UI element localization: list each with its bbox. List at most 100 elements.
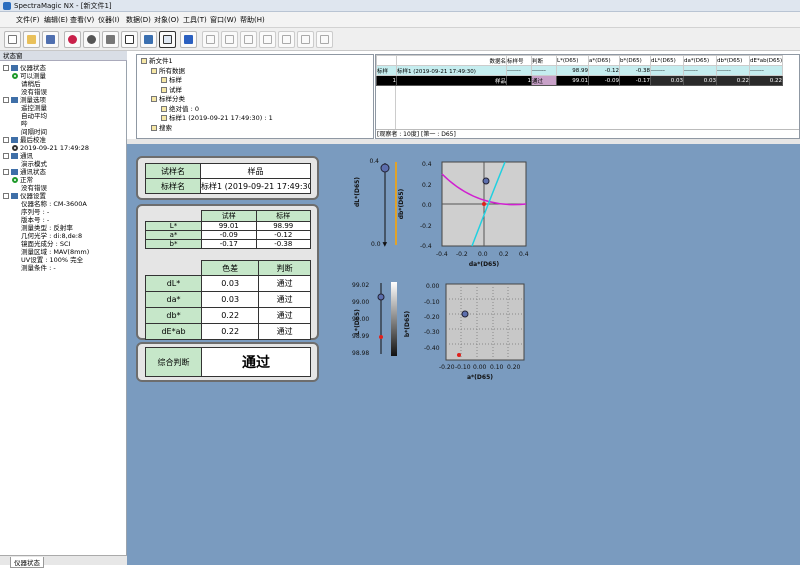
status-tree-item[interactable]: 遥控测量: [21, 104, 47, 112]
cell: -------: [716, 65, 750, 76]
col-header[interactable]: db*(D65): [716, 55, 750, 66]
col-header[interactable]: L*(D65): [556, 55, 589, 66]
da-value: 0.03: [200, 291, 260, 308]
status-tree-item[interactable]: UV设置 : 100% 完全: [21, 256, 83, 264]
data-tree-label: 所有数据: [159, 66, 185, 75]
measure-button[interactable]: [64, 31, 81, 48]
status-tree-label: 可以测量: [20, 72, 46, 80]
layout-button-5[interactable]: [278, 31, 295, 48]
tree-expander-icon[interactable]: [3, 137, 9, 143]
status-tree-item[interactable]: 仪器名称 : CM-3600A: [21, 200, 87, 208]
col-header[interactable]: a*(D65): [588, 55, 620, 66]
menu-object[interactable]: 对象(O): [154, 15, 179, 25]
col-header[interactable]: 标样号: [506, 55, 532, 66]
menu-data[interactable]: 数据(D): [126, 15, 151, 25]
screen-icon: [163, 35, 172, 44]
layout-button-1[interactable]: [202, 31, 219, 48]
sample-info-box[interactable]: 试样名 样品 标样名 标样1 (2019-09-21 17:49:30): [136, 156, 319, 200]
tree-expander-icon[interactable]: [3, 97, 9, 103]
layout-button-6[interactable]: [297, 31, 314, 48]
status-tree-item[interactable]: 间隔时间: [21, 128, 47, 136]
col-header[interactable]: dL*(D65): [650, 55, 684, 66]
cell-judge: 通过: [531, 75, 557, 86]
folder-icon: [151, 124, 157, 131]
status-tree-item[interactable]: 请稍后: [21, 80, 41, 88]
data-tree-item[interactable]: 标样: [161, 76, 182, 84]
status-tree-item[interactable]: 测量类型 : 反射率: [21, 224, 73, 232]
col-header[interactable]: b*(D65): [619, 55, 651, 66]
menu-edit[interactable]: 编辑(E): [44, 15, 68, 25]
status-tree-item[interactable]: 没有错误: [21, 184, 47, 192]
layout-icon: [225, 35, 234, 44]
status-tree-item[interactable]: 最后校准: [3, 136, 46, 144]
data-tree-label: 搜索: [159, 123, 172, 132]
layout-button-7[interactable]: [316, 31, 333, 48]
col-header[interactable]: dE*ab(D65): [749, 55, 783, 66]
menu-tools[interactable]: 工具(T): [183, 15, 207, 25]
svg-text:0.4: 0.4: [519, 251, 529, 258]
tree-expander-icon[interactable]: [3, 169, 9, 175]
status-tree-item[interactable]: 可以测量: [12, 72, 46, 80]
data-tree-item[interactable]: 标样1 (2019-09-21 17:49:30) : 1: [161, 114, 273, 122]
col-header[interactable]: 数据名: [396, 55, 507, 66]
tree-expander-icon[interactable]: [3, 153, 9, 159]
tree-expander-icon[interactable]: [3, 65, 9, 71]
status-tree-item[interactable]: 哔: [21, 120, 28, 128]
save-button[interactable]: [42, 31, 59, 48]
status-tree-item[interactable]: 仪器状态: [3, 64, 46, 72]
data-tree-item[interactable]: 绝对值 : 0: [161, 105, 199, 113]
dL-judge: 通过: [258, 275, 311, 292]
table-row-sample[interactable]: 1 样品 1 通过 99.01 -0.09 -0.17 0.03 0.03 0.…: [376, 75, 783, 86]
text-button[interactable]: [121, 31, 138, 48]
status-tree-item[interactable]: 自动平均: [21, 112, 47, 120]
color-values-box[interactable]: 试样 标样 L* 99.01 98.99 a* -0.09 -0.12 b* -0.17 -0…: [136, 204, 319, 340]
data-tree-item[interactable]: 搜索: [151, 124, 172, 132]
info-button[interactable]: [180, 31, 197, 48]
new-file-button[interactable]: [4, 31, 21, 48]
status-tree-item[interactable]: 通讯状态: [3, 168, 46, 176]
status-tree-item[interactable]: 测量条件 : -: [21, 264, 56, 272]
layout-icon: [206, 35, 215, 44]
tree-expander-icon[interactable]: [3, 193, 9, 199]
col-header[interactable]: 判断: [531, 55, 557, 66]
status-tree-label: 仪器状态: [20, 64, 46, 72]
open-file-button[interactable]: [23, 31, 40, 48]
menu-file[interactable]: 文件(F): [16, 15, 40, 25]
status-tree-item[interactable]: 测量选项: [3, 96, 46, 104]
status-tree-item[interactable]: 几何光学 : di:8,de:8: [21, 232, 82, 240]
status-category-icon: [11, 153, 18, 159]
col-header[interactable]: da*(D65): [683, 55, 717, 66]
status-tree-label: 最后校准: [20, 136, 46, 144]
menu-view[interactable]: 查看(V): [70, 15, 94, 25]
status-tree-item[interactable]: 版本号 : -: [21, 216, 49, 224]
status-tree-item[interactable]: 仪器设置: [3, 192, 46, 200]
sample-button[interactable]: [140, 31, 157, 48]
tab-instrument-status[interactable]: 仪器状态: [10, 557, 44, 568]
overall-verdict-box[interactable]: 综合判断 通过: [136, 342, 319, 382]
folder-icon: [161, 115, 167, 121]
status-tree-item[interactable]: 测量区域 : MAV(8mm): [21, 248, 89, 256]
data-tree-item[interactable]: 标样分类: [151, 95, 185, 103]
data-tree-item[interactable]: 新文件1: [141, 57, 173, 65]
status-tree-item[interactable]: 序列号 : -: [21, 208, 49, 216]
menu-help[interactable]: 帮助(H): [240, 15, 265, 25]
screen-button[interactable]: [159, 31, 176, 48]
db-judge: 通过: [258, 307, 311, 324]
status-tree-item[interactable]: 镜面光成分 : SCI: [21, 240, 70, 248]
menu-window[interactable]: 窗口(W): [210, 15, 236, 25]
target-button[interactable]: [83, 31, 100, 48]
status-tree-item[interactable]: 没有错误: [21, 88, 47, 96]
layout-button-2[interactable]: [221, 31, 238, 48]
calibrate-button[interactable]: [102, 31, 119, 48]
layout-icon: [282, 35, 291, 44]
data-tree-item[interactable]: 试样: [161, 86, 182, 94]
table-row-standard[interactable]: 标样 标样1 (2019-09-21 17:49:30) ------- ---…: [376, 65, 783, 76]
layout-button-4[interactable]: [259, 31, 276, 48]
layout-button-3[interactable]: [240, 31, 257, 48]
status-tree-item[interactable]: 2019-09-21 17:49:28: [12, 144, 89, 152]
status-tree-item[interactable]: 通讯: [3, 152, 33, 160]
data-tree-item[interactable]: 所有数据: [151, 67, 185, 75]
menu-instrument[interactable]: 仪器(I): [98, 15, 120, 25]
status-tree-item[interactable]: 正常: [12, 176, 33, 184]
status-tree-item[interactable]: 演示模式: [21, 160, 47, 168]
